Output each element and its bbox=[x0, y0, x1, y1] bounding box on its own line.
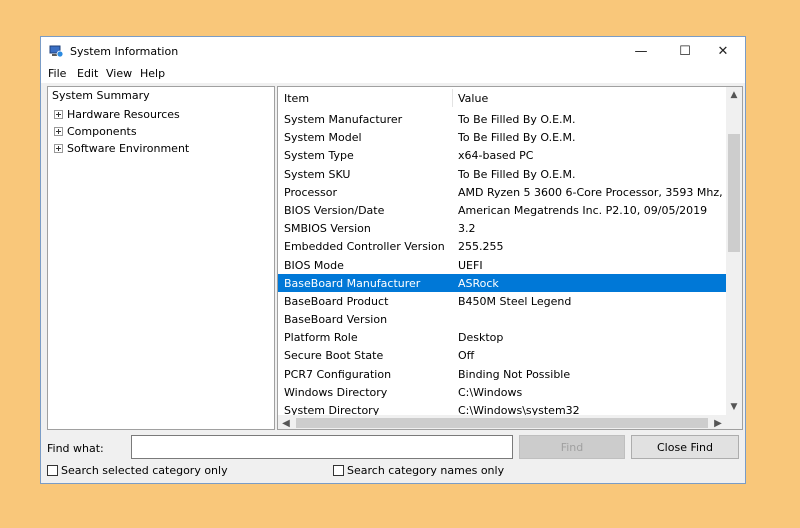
table-row[interactable]: Embedded Controller Version 255.255 bbox=[278, 237, 726, 255]
close-icon: ✕ bbox=[717, 43, 729, 59]
minimize-button[interactable]: — bbox=[619, 37, 663, 65]
table-row[interactable]: BaseBoard Product B450M Steel Legend bbox=[278, 292, 726, 310]
scroll-left-icon[interactable]: ◀ bbox=[278, 415, 294, 429]
row-item: System Type bbox=[284, 149, 354, 163]
table-row[interactable]: Processor AMD Ryzen 5 3600 6-Core Process… bbox=[278, 183, 726, 201]
list-header: Item Value bbox=[278, 87, 726, 109]
title-bar[interactable]: System Information — ☐ ✕ bbox=[41, 37, 745, 65]
table-row[interactable]: Secure Boot State Off bbox=[278, 346, 726, 364]
row-item: BIOS Mode bbox=[284, 258, 344, 272]
search-selected-label: Search selected category only bbox=[61, 464, 228, 477]
table-row[interactable]: Windows Directory C:\Windows bbox=[278, 383, 726, 401]
search-selected-checkbox[interactable] bbox=[47, 465, 58, 476]
row-item: System Model bbox=[284, 131, 362, 145]
table-row[interactable]: PCR7 Configuration Binding Not Possible bbox=[278, 365, 726, 383]
scroll-down-icon[interactable]: ▼ bbox=[726, 399, 742, 415]
row-value: C:\Windows bbox=[458, 385, 523, 399]
row-item: BIOS Version/Date bbox=[284, 203, 385, 217]
row-item: Windows Directory bbox=[284, 385, 388, 399]
category-tree[interactable]: System Summary Hardware Resources Compon… bbox=[47, 86, 275, 430]
menu-edit[interactable]: Edit bbox=[77, 67, 98, 80]
row-value: x64-based PC bbox=[458, 149, 534, 163]
row-item: BaseBoard Manufacturer bbox=[284, 276, 421, 290]
row-value: American Megatrends Inc. P2.10, 09/05/20… bbox=[458, 203, 708, 217]
row-item: BaseBoard Product bbox=[284, 294, 389, 308]
table-row[interactable]: System Directory C:\Windows\system32 bbox=[278, 401, 726, 416]
row-item: System Manufacturer bbox=[284, 113, 403, 126]
close-button[interactable]: ✕ bbox=[701, 37, 745, 65]
table-row[interactable]: BIOS Mode UEFI bbox=[278, 256, 726, 274]
scroll-thumb-horizontal[interactable] bbox=[296, 418, 708, 428]
expand-icon[interactable] bbox=[54, 127, 63, 136]
tree-item-hardware-resources[interactable]: Hardware Resources bbox=[54, 108, 180, 121]
minimize-icon: — bbox=[634, 43, 648, 59]
row-value: B450M Steel Legend bbox=[458, 294, 572, 308]
search-names-checkbox[interactable] bbox=[333, 465, 344, 476]
column-divider[interactable] bbox=[452, 89, 453, 107]
window-title: System Information bbox=[70, 45, 179, 58]
expand-icon[interactable] bbox=[54, 144, 63, 153]
table-row[interactable]: BIOS Version/Date American Megatrends Inc… bbox=[278, 201, 726, 219]
scroll-up-icon[interactable]: ▲ bbox=[726, 87, 742, 103]
column-header-value[interactable]: Value bbox=[458, 92, 488, 105]
tree-item-label: Software Environment bbox=[67, 142, 190, 155]
list-rows: System Manufacturer To Be Filled By O.E.M… bbox=[278, 110, 726, 416]
row-item: SMBIOS Version bbox=[284, 222, 371, 236]
scroll-corner bbox=[726, 415, 742, 429]
row-value: To Be Filled By O.E.M. bbox=[458, 113, 576, 126]
row-item: Secure Boot State bbox=[284, 349, 384, 363]
scroll-thumb[interactable] bbox=[728, 134, 740, 252]
find-button[interactable]: Find bbox=[519, 435, 625, 459]
expand-icon[interactable] bbox=[54, 110, 63, 119]
column-header-item[interactable]: Item bbox=[284, 92, 309, 105]
row-value: Desktop bbox=[458, 331, 504, 345]
row-value: UEFI bbox=[458, 258, 483, 272]
horizontal-scrollbar[interactable]: ◀ ▶ bbox=[278, 415, 726, 429]
row-value: To Be Filled By O.E.M. bbox=[458, 167, 576, 181]
row-item: Platform Role bbox=[284, 331, 358, 345]
find-what-label: Find what: bbox=[47, 442, 104, 455]
maximize-icon: ☐ bbox=[679, 43, 691, 59]
vertical-scrollbar[interactable]: ▲ ▼ bbox=[726, 87, 742, 415]
row-value: ASRock bbox=[458, 276, 499, 290]
row-value: AMD Ryzen 5 3600 6-Core Processor, 3593 … bbox=[458, 185, 726, 199]
close-find-button[interactable]: Close Find bbox=[631, 435, 739, 459]
menu-help[interactable]: Help bbox=[140, 67, 165, 80]
row-item: PCR7 Configuration bbox=[284, 367, 392, 381]
row-value: To Be Filled By O.E.M. bbox=[458, 131, 576, 145]
table-row[interactable]: System Type x64-based PC bbox=[278, 146, 726, 164]
table-row[interactable]: BaseBoard Manufacturer ASRock bbox=[278, 273, 726, 292]
menu-view[interactable]: View bbox=[106, 67, 132, 80]
menu-bar: File Edit View Help bbox=[41, 65, 745, 83]
system-information-icon bbox=[49, 45, 63, 58]
row-value: 255.255 bbox=[458, 240, 504, 254]
table-row[interactable]: System Model To Be Filled By O.E.M. bbox=[278, 128, 726, 146]
table-row[interactable]: System SKU To Be Filled By O.E.M. bbox=[278, 165, 726, 183]
row-item: Processor bbox=[284, 185, 337, 199]
menu-file[interactable]: File bbox=[48, 67, 66, 80]
find-input[interactable] bbox=[131, 435, 513, 459]
row-item: System SKU bbox=[284, 167, 351, 181]
tree-item-label: Components bbox=[67, 125, 137, 138]
tree-item-system-summary[interactable]: System Summary bbox=[52, 89, 150, 102]
tree-item-components[interactable]: Components bbox=[54, 125, 137, 138]
tree-item-software-environment[interactable]: Software Environment bbox=[54, 142, 189, 155]
row-item: Embedded Controller Version bbox=[284, 240, 445, 254]
tree-item-label: Hardware Resources bbox=[67, 108, 180, 121]
row-value: Binding Not Possible bbox=[458, 367, 571, 381]
table-row[interactable]: System Manufacturer To Be Filled By O.E.M… bbox=[278, 110, 726, 128]
table-row[interactable]: Platform Role Desktop bbox=[278, 328, 726, 346]
details-list[interactable]: Item Value System Manufacturer To Be Fill… bbox=[277, 86, 743, 430]
scroll-right-icon[interactable]: ▶ bbox=[710, 415, 726, 429]
table-row[interactable]: SMBIOS Version 3.2 bbox=[278, 219, 726, 237]
search-names-option[interactable]: Search category names only bbox=[333, 464, 504, 477]
row-value: 3.2 bbox=[458, 222, 476, 236]
search-selected-option[interactable]: Search selected category only bbox=[47, 464, 228, 477]
table-row[interactable]: BaseBoard Version bbox=[278, 310, 726, 328]
system-information-window: System Information — ☐ ✕ File Edit View … bbox=[40, 36, 746, 484]
row-value: Off bbox=[458, 349, 475, 363]
row-item: BaseBoard Version bbox=[284, 313, 388, 327]
search-names-label: Search category names only bbox=[347, 464, 505, 477]
